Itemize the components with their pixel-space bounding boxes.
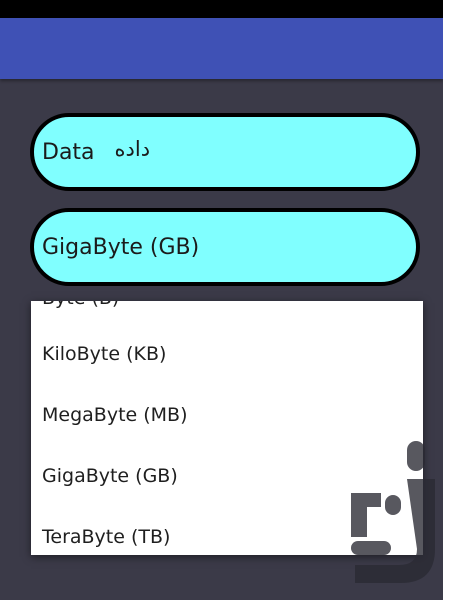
dropdown-item-byte[interactable]: Byte (B) — [42, 301, 119, 310]
category-selector[interactable]: Data داده — [30, 113, 420, 191]
app-screen: Data داده GigaByte (GB) Byte (B) KiloByt… — [0, 0, 443, 600]
dropdown-item-megabyte[interactable]: MegaByte (MB) — [42, 403, 188, 427]
unit-spinner-selected: GigaByte (GB) — [42, 234, 200, 260]
store-logo-watermark — [351, 441, 435, 583]
category-label: Data — [42, 139, 95, 165]
app-bar — [0, 18, 443, 79]
unit-spinner[interactable]: GigaByte (GB) — [30, 208, 420, 286]
dropdown-item-gigabyte[interactable]: GigaByte (GB) — [42, 464, 178, 488]
dropdown-item-terabyte[interactable]: TeraByte (TB) — [42, 525, 170, 549]
dropdown-item-kilobyte[interactable]: KiloByte (KB) — [42, 342, 166, 366]
category-sub-label: داده — [114, 137, 151, 161]
status-bar — [0, 0, 443, 18]
